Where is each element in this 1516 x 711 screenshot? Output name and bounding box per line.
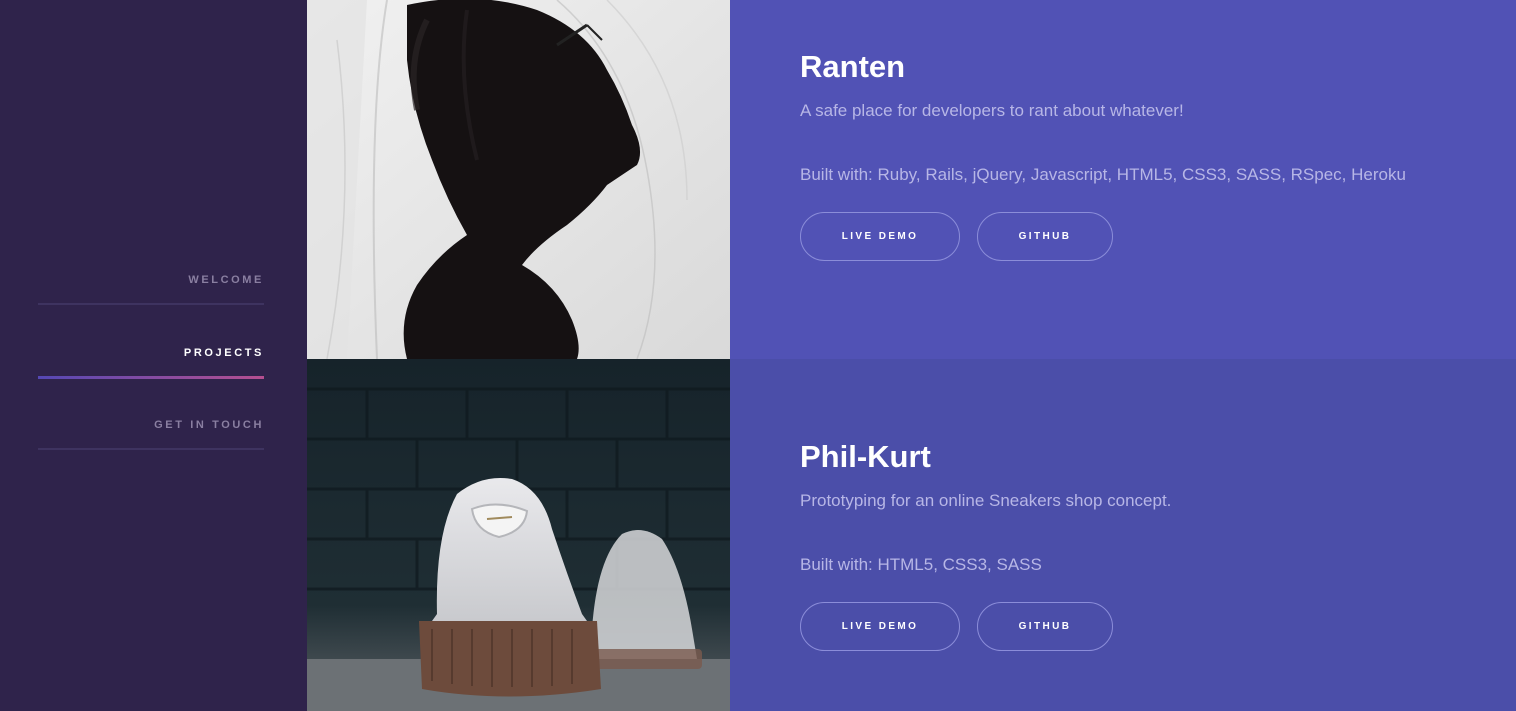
sidebar-item-label: GET IN TOUCH [154,419,264,431]
project-info: Phil-Kurt Prototyping for an online Snea… [800,436,1490,651]
project-built-with: Built with: Ruby, Rails, jQuery, Javascr… [800,165,1406,184]
sidebar-item-label: PROJECTS [183,347,264,359]
project-image-veiled-silhouette [307,0,730,359]
live-demo-button[interactable]: LIVE DEMO [800,212,960,261]
project-card-phil-kurt: Phil-Kurt Prototyping for an online Snea… [307,359,1516,711]
sidebar-item-underline [38,303,264,305]
project-title: Phil-Kurt [800,439,931,474]
sidebar-item-label: WELCOME [188,274,264,286]
sidebar-item-get-in-touch[interactable]: GET IN TOUCH [38,414,264,450]
portfolio-page: WELCOME PROJECTS GET IN TOUCH Ranten A s… [0,0,1516,711]
sidebar-item-welcome[interactable]: WELCOME [38,269,264,305]
project-built-with: Built with: HTML5, CSS3, SASS [800,555,1042,574]
project-info: Ranten A safe place for developers to ra… [800,46,1490,261]
white-sneakers-illustration [307,359,730,711]
active-underline [38,376,264,379]
github-button[interactable]: GITHUB [977,212,1113,261]
sidebar-item-projects[interactable]: PROJECTS [38,342,264,379]
sidebar-nav: WELCOME PROJECTS GET IN TOUCH [0,0,307,711]
github-button[interactable]: GITHUB [977,602,1113,651]
project-card-ranten: Ranten A safe place for developers to ra… [307,0,1516,359]
project-buttons: LIVE DEMO GITHUB [800,602,1490,651]
live-demo-button[interactable]: LIVE DEMO [800,602,960,651]
project-image-white-sneakers [307,359,730,711]
project-description: Prototyping for an online Sneakers shop … [800,491,1172,510]
project-title: Ranten [800,49,906,84]
project-description: A safe place for developers to rant abou… [800,101,1184,120]
project-buttons: LIVE DEMO GITHUB [800,212,1490,261]
veiled-silhouette-illustration [307,0,730,359]
sidebar-item-underline [38,448,264,450]
